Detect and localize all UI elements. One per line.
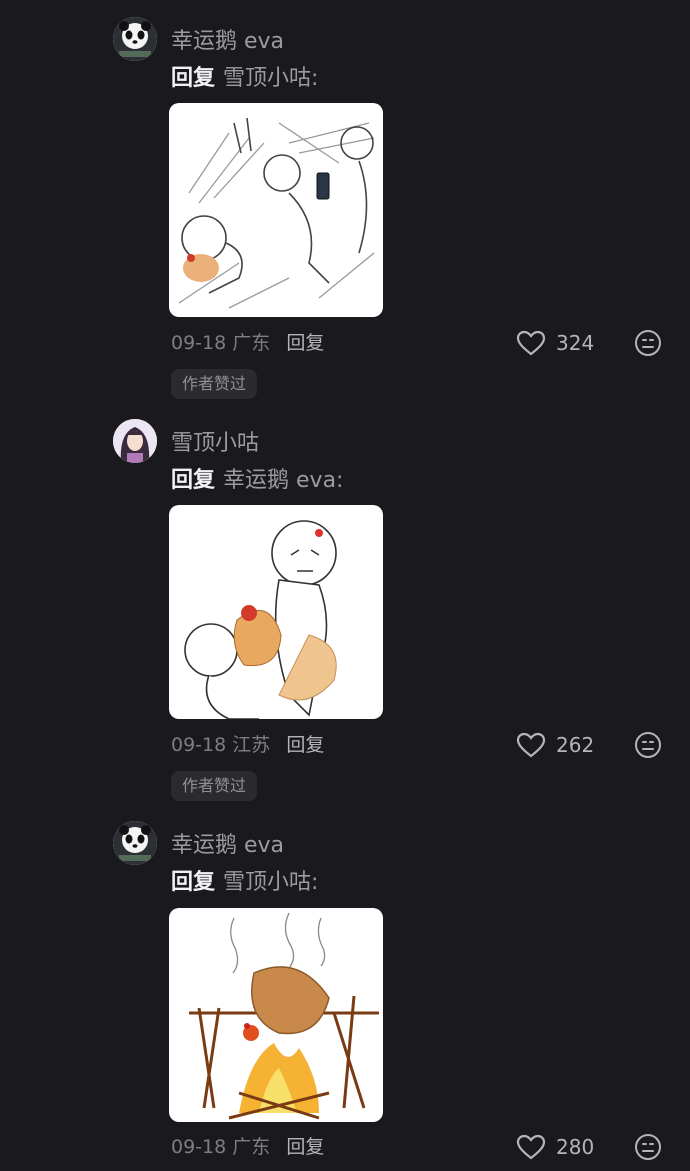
- comment-meta: 09-18 广东 回复: [171, 328, 324, 355]
- heart-icon: [516, 1134, 546, 1160]
- reply-label: 回复: [171, 468, 216, 493]
- comment-date: 09-18: [171, 734, 227, 756]
- comment-meta: 09-18 广东 回复: [171, 1132, 324, 1159]
- comment-date: 09-18: [171, 332, 227, 354]
- heart-icon: [516, 330, 546, 356]
- neutral-face-icon: [635, 1134, 661, 1160]
- dislike-button[interactable]: [634, 731, 662, 759]
- comment-username[interactable]: 幸运鹅 eva: [171, 827, 284, 859]
- reply-button[interactable]: 回复: [286, 332, 324, 354]
- like-button[interactable]: 262: [516, 730, 594, 760]
- heart-icon: [516, 732, 546, 758]
- reply-label: 回复: [171, 66, 216, 91]
- comment-username[interactable]: 雪顶小咕: [171, 425, 259, 457]
- comment-image[interactable]: [169, 505, 383, 719]
- comment-image[interactable]: [169, 103, 383, 317]
- reply-target-username[interactable]: 幸运鹅 eva:: [223, 468, 343, 493]
- like-count: 324: [556, 331, 595, 355]
- user-avatar[interactable]: [113, 17, 157, 61]
- comment-location: 广东: [232, 1136, 271, 1158]
- like-count: 280: [556, 1135, 595, 1159]
- panda-avatar-icon: [113, 821, 157, 865]
- user-avatar[interactable]: [113, 821, 157, 865]
- comment-location: 江苏: [232, 734, 271, 756]
- user-avatar[interactable]: [113, 419, 157, 463]
- reply-line: 回复 雪顶小咕:: [171, 864, 318, 896]
- reply-label: 回复: [171, 870, 216, 895]
- dislike-button[interactable]: [634, 329, 662, 357]
- comment-date: 09-18: [171, 1136, 227, 1158]
- like-button[interactable]: 324: [516, 328, 594, 358]
- sketch-roast-chicken-fire-icon: [189, 912, 379, 1120]
- dislike-button[interactable]: [634, 1133, 662, 1161]
- neutral-face-icon: [635, 330, 661, 356]
- panda-avatar-icon: [113, 17, 157, 61]
- comment-meta: 09-18 江苏 回复: [171, 730, 324, 757]
- sketch-angry-chicken-fight-icon: [184, 520, 337, 719]
- comment-location: 广东: [232, 332, 271, 354]
- comment-image[interactable]: [169, 908, 383, 1122]
- like-count: 262: [556, 733, 595, 757]
- reply-button[interactable]: 回复: [286, 734, 324, 756]
- reply-target-username[interactable]: 雪顶小咕:: [223, 66, 318, 91]
- reply-button[interactable]: 回复: [286, 1136, 324, 1158]
- reply-line: 回复 雪顶小咕:: [171, 60, 318, 92]
- sketch-people-fighting-chicken-icon: [178, 117, 375, 309]
- reply-target-username[interactable]: 雪顶小咕:: [223, 870, 318, 895]
- like-button[interactable]: 280: [516, 1132, 594, 1162]
- girl-avatar-icon: [113, 419, 157, 463]
- neutral-face-icon: [635, 732, 661, 758]
- comment-username[interactable]: 幸运鹅 eva: [171, 23, 284, 55]
- author-liked-badge: 作者赞过: [171, 771, 258, 801]
- author-liked-badge: 作者赞过: [171, 369, 258, 399]
- reply-line: 回复 幸运鹅 eva:: [171, 462, 343, 494]
